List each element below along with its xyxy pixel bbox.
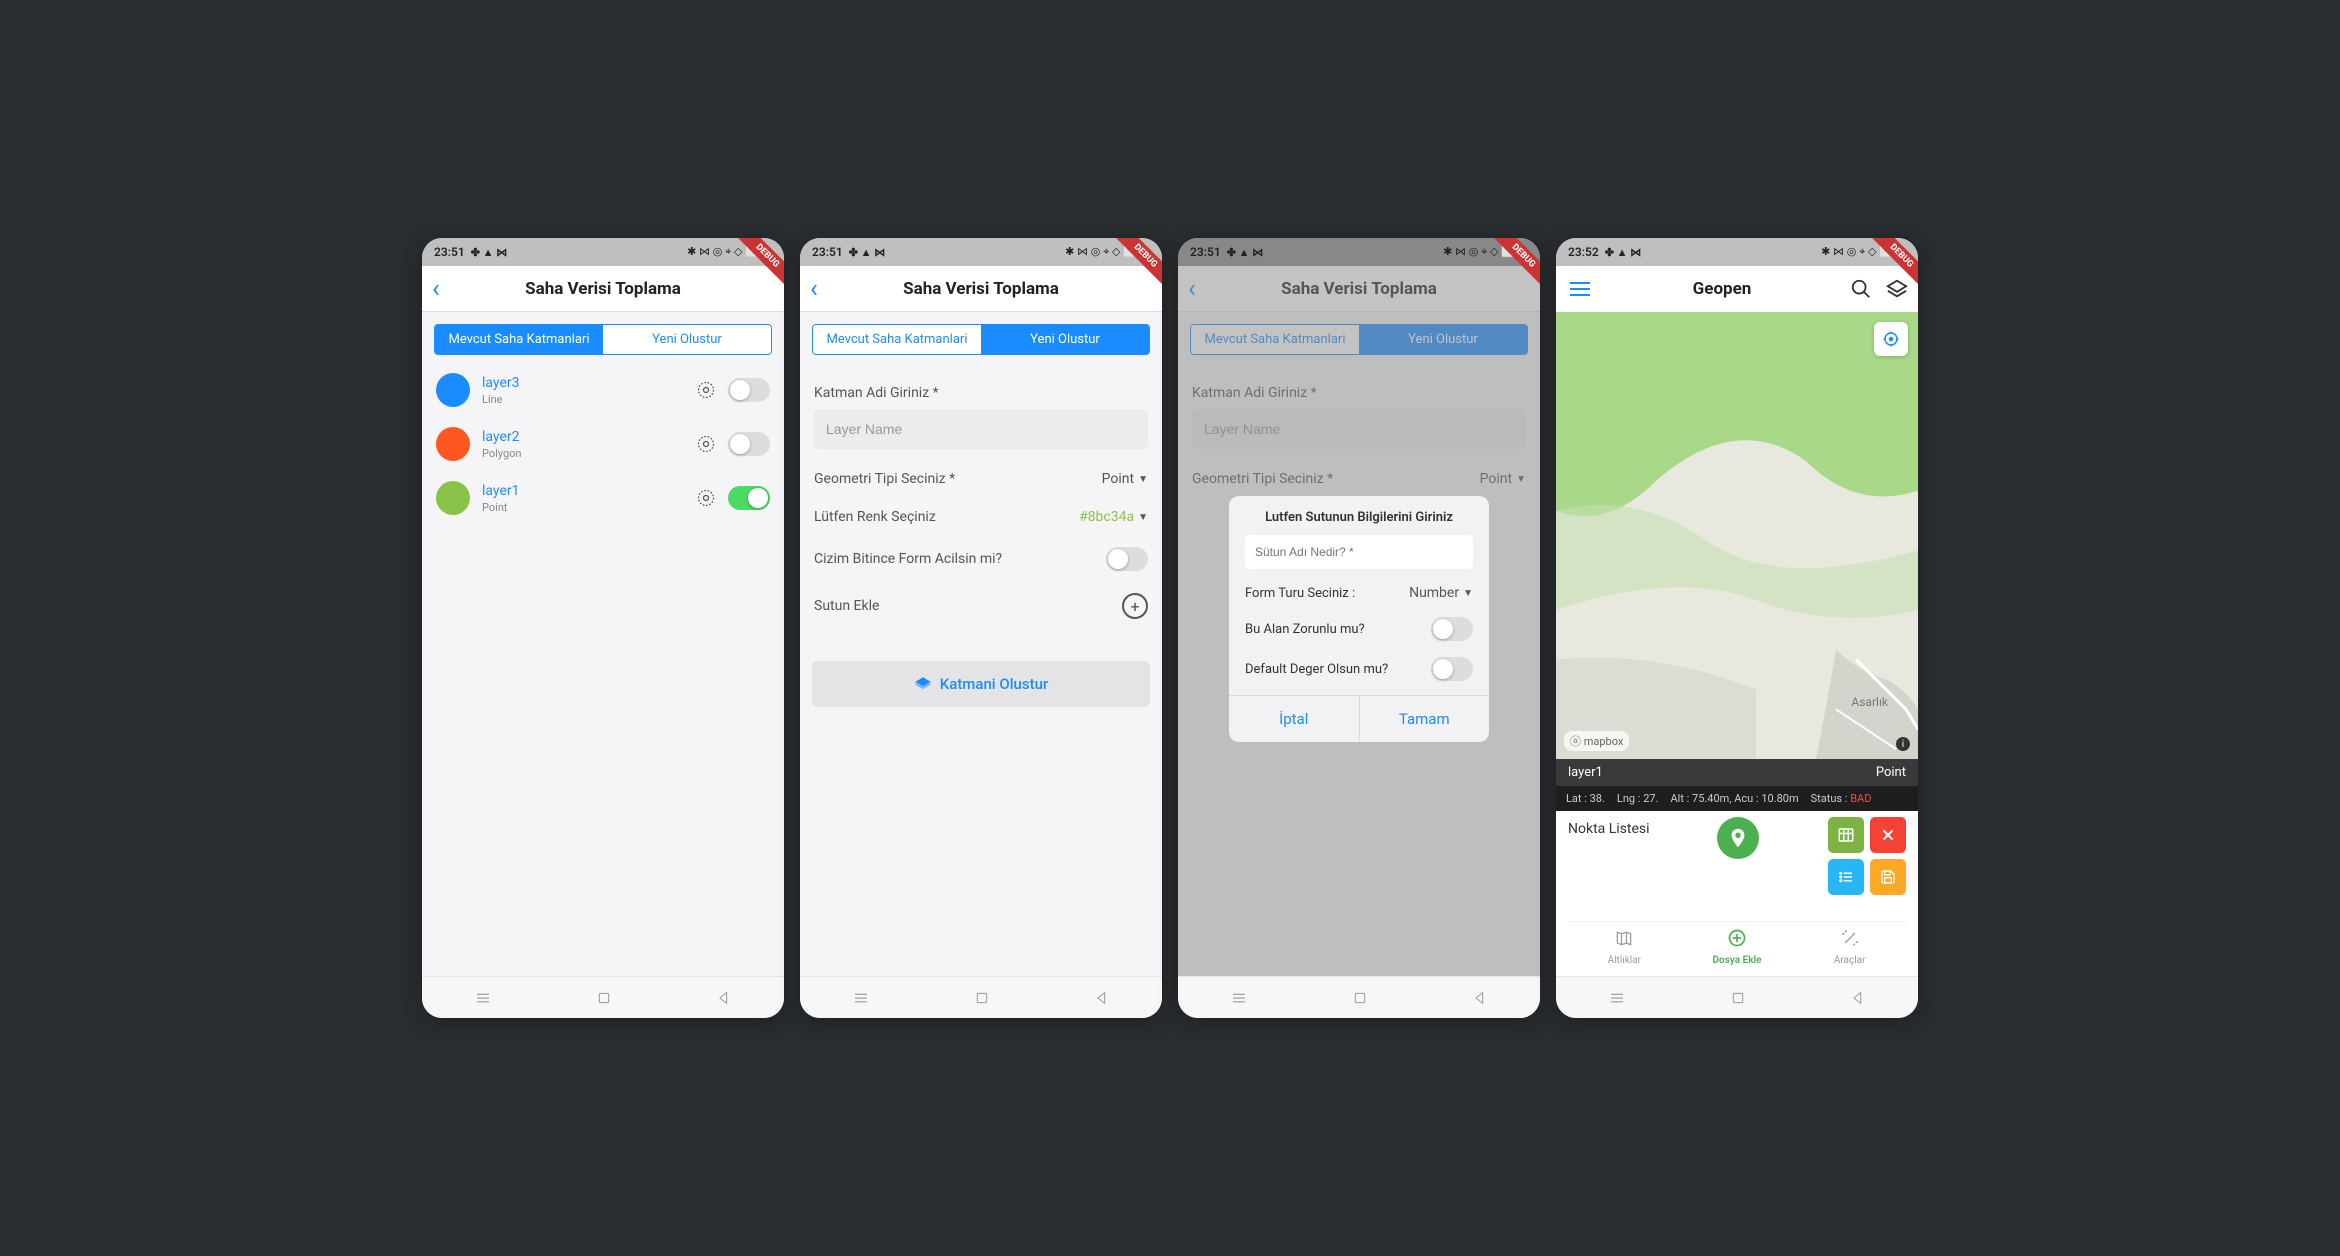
status-bar: 23:51✤ ▲ ⋈ ✱ ⋈ ◎ ⌖ ◇ ⬜ ⬚: [800, 238, 1162, 266]
gear-icon[interactable]: [696, 380, 716, 400]
lng-value: Lng : 27.: [1617, 792, 1659, 805]
back-button[interactable]: ‹: [432, 274, 462, 304]
layer-type: Point: [482, 501, 684, 514]
status-value: BAD: [1850, 792, 1871, 805]
addfile-tab[interactable]: Dosya Ekle: [1681, 922, 1794, 970]
layer-name: layer2: [482, 429, 684, 445]
map-place-label: Asarlık: [1851, 695, 1888, 709]
status-bar: 23:51✤ ▲ ⋈ ✱ ⋈ ◎ ⌖ ◇ ⬜ ⬚: [422, 238, 784, 266]
mapbox-badge: ⓞ mapbox: [1564, 731, 1629, 751]
tab-create[interactable]: Yeni Olustur: [981, 325, 1149, 354]
required-label: Bu Alan Zorunlu mu?: [1245, 622, 1365, 637]
info-icon[interactable]: i: [1896, 737, 1910, 751]
layer-type: Line: [482, 393, 684, 406]
status-label: Status :: [1811, 792, 1848, 805]
recent-apps-icon[interactable]: [852, 989, 870, 1007]
layer-toggle[interactable]: [728, 378, 770, 402]
layer-name-input[interactable]: [814, 409, 1148, 449]
map-view[interactable]: Asarlık ⓞ mapbox i: [1556, 312, 1918, 759]
home-icon[interactable]: [1352, 990, 1368, 1006]
gear-icon[interactable]: [696, 488, 716, 508]
list-button[interactable]: [1828, 859, 1864, 895]
dialog-ok-button[interactable]: Tamam: [1360, 696, 1490, 742]
lat-value: Lat : 38.: [1566, 792, 1605, 805]
required-toggle[interactable]: [1431, 617, 1473, 641]
color-label: Lütfen Renk Seçiniz: [814, 509, 936, 525]
recent-apps-icon[interactable]: [1608, 989, 1626, 1007]
layer-row: layer2 Polygon: [422, 417, 784, 471]
gear-icon[interactable]: [696, 434, 716, 454]
page-title: Geopen: [1594, 279, 1850, 299]
layer-color-swatch: [436, 481, 470, 515]
save-button[interactable]: [1870, 859, 1906, 895]
tools-tab[interactable]: Araçlar: [1793, 922, 1906, 970]
color-dropdown[interactable]: #8bc34a▼: [1079, 509, 1148, 525]
add-column-button[interactable]: +: [1122, 593, 1148, 619]
table-button[interactable]: [1828, 817, 1864, 853]
layer-type: Polygon: [482, 447, 684, 460]
locate-button[interactable]: [1874, 322, 1908, 356]
back-nav-icon[interactable]: [1472, 990, 1488, 1006]
layer-toggle[interactable]: [728, 432, 770, 456]
home-icon[interactable]: [1730, 990, 1746, 1006]
column-dialog: Lutfen Sutunun Bilgilerini Giriniz Form …: [1229, 496, 1489, 742]
layer-name: layer3: [482, 375, 684, 391]
add-point-button[interactable]: [1717, 817, 1759, 859]
geometry-dropdown[interactable]: Point▼: [1102, 471, 1148, 487]
status-bar: 23:52✤ ▲ ⋈ ✱ ⋈ ◎ ⌖ ◇ ⬜ ⬚: [1556, 238, 1918, 266]
layer-row: layer1 Point: [422, 471, 784, 525]
layer-row: layer3 Line: [422, 363, 784, 417]
form-open-label: Cizim Bitince Form Acilsin mi?: [814, 551, 1002, 567]
home-icon[interactable]: [974, 990, 990, 1006]
recent-apps-icon[interactable]: [474, 989, 492, 1007]
home-icon[interactable]: [596, 990, 612, 1006]
layer-name-label: Katman Adi Giriniz *: [814, 385, 1148, 401]
layer-color-swatch: [436, 373, 470, 407]
layers-icon[interactable]: [1886, 278, 1908, 300]
back-nav-icon[interactable]: [716, 990, 732, 1006]
form-open-toggle[interactable]: [1106, 547, 1148, 571]
page-title: Saha Verisi Toplama: [840, 279, 1122, 299]
page-title: Saha Verisi Toplama: [462, 279, 744, 299]
add-column-label: Sutun Ekle: [814, 598, 879, 614]
status-bar: 23:51✤ ▲ ⋈ ✱ ⋈ ◎ ⌖ ◇ ⬜ ⬚: [1178, 238, 1540, 266]
dialog-title: Lutfen Sutunun Bilgilerini Giriniz: [1229, 496, 1489, 535]
back-nav-icon[interactable]: [1094, 990, 1110, 1006]
layer-color-swatch: [436, 427, 470, 461]
back-button[interactable]: ‹: [810, 274, 840, 304]
default-label: Default Deger Olsun mu?: [1245, 662, 1388, 677]
menu-button[interactable]: [1566, 278, 1594, 300]
tab-existing[interactable]: Mevcut Saha Katmanlari: [435, 325, 603, 354]
geometry-label: Geometri Tipi Seciniz *: [814, 471, 955, 487]
active-layer-name: layer1: [1568, 765, 1603, 780]
layers-icon: [914, 675, 932, 693]
dialog-cancel-button[interactable]: İptal: [1229, 696, 1360, 742]
tab-create[interactable]: Yeni Olustur: [603, 325, 771, 354]
create-layer-button[interactable]: Katmani Olustur: [812, 661, 1150, 707]
column-name-input[interactable]: [1245, 535, 1473, 569]
basemaps-tab[interactable]: Altlıklar: [1568, 922, 1681, 970]
form-type-label: Form Turu Seciniz :: [1245, 586, 1355, 601]
layer-name: layer1: [482, 483, 684, 499]
form-type-dropdown[interactable]: Number▼: [1409, 585, 1473, 601]
active-layer-type: Point: [1876, 765, 1906, 780]
recent-apps-icon[interactable]: [1230, 989, 1248, 1007]
search-icon[interactable]: [1850, 278, 1872, 300]
alt-value: Alt : 75.40m, Acu : 10.80m: [1670, 792, 1798, 805]
close-button[interactable]: [1870, 817, 1906, 853]
tab-existing[interactable]: Mevcut Saha Katmanlari: [813, 325, 981, 354]
layer-toggle[interactable]: [728, 486, 770, 510]
default-toggle[interactable]: [1431, 657, 1473, 681]
back-nav-icon[interactable]: [1850, 990, 1866, 1006]
